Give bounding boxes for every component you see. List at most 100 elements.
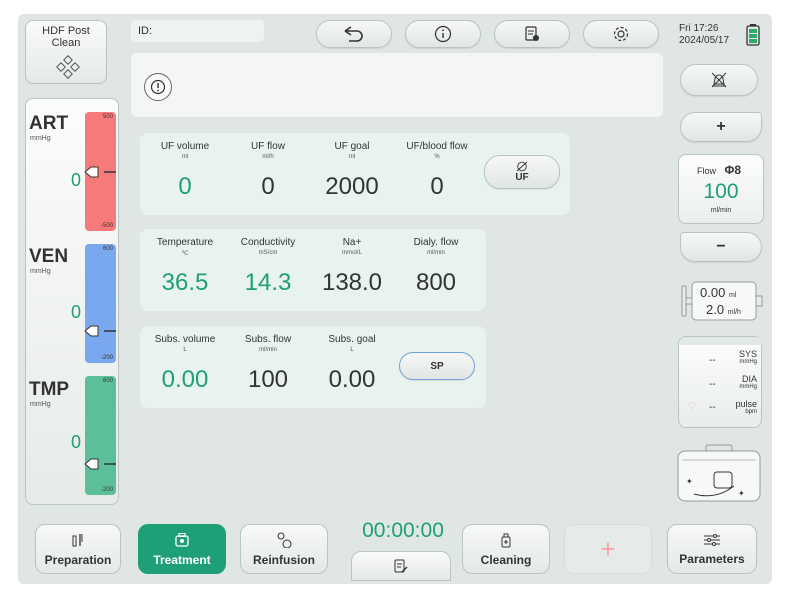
na-unit: mmol/L [342,250,362,256]
report-icon [525,26,539,41]
nav-reinfusion-button[interactable]: Reinfusion [240,524,328,574]
dialy-flow-label: Dialy. flow [413,237,459,248]
time-text: Fri 17:26 [679,23,719,34]
subs-flow-label: Subs. flow [244,334,292,345]
cleaning-kit-button[interactable]: ✦ ✦ [676,444,762,504]
flow-value: 100 [703,180,739,203]
cleaning-kit-icon: ✦✦ [677,444,761,502]
temperature-unit: ℃ [181,251,189,257]
uf-flow-unit: ml/h [262,154,274,160]
undo-icon [344,26,363,42]
uf-pause-icon [516,161,528,172]
flow-label: Flow [697,166,717,176]
nav-preparation-label: Preparation [44,552,112,567]
pulse-unit: bpm [745,409,757,415]
uf-button[interactable]: UF [484,155,560,189]
sys-value: -- [709,355,716,366]
ven-value: 0 [71,302,82,322]
notes-tab-button[interactable] [351,551,451,581]
reinfusion-icon [277,532,292,548]
gear-icon [613,26,629,42]
alarm-info-button[interactable] [144,73,172,101]
art-min-tick: -500 [100,223,113,229]
datetime: Fri 17:26 2024/05/17 [679,23,729,47]
report-button[interactable] [494,20,570,48]
id-label: ID: [138,25,153,37]
nav-parameters-label: Parameters [679,551,745,566]
subs-volume-unit: L [183,347,187,353]
undo-button[interactable] [316,20,392,48]
subs-volume-value: 0.00 [161,366,209,393]
uf-ratio-label: UF/blood flow [406,141,468,152]
info-button[interactable] [405,20,481,48]
tmp-pressure-bar: 600 -200 [85,376,116,495]
art-unit: mmHg [30,135,51,142]
sys-unit: mmHg [739,359,757,365]
blood-pressure-panel[interactable]: -- SYS mmHg -- DIA mmHg ♡ -- pulse bpm [678,336,763,428]
minus-icon: − [716,238,726,255]
art-pointer-icon [84,166,116,178]
nav-treatment-label: Treatment [153,552,211,567]
patient-id-field[interactable]: ID: [131,20,264,42]
syringe-volume-unit: ml [728,292,737,299]
settings-button[interactable] [583,20,659,48]
add-button-disabled: + [564,524,652,574]
ven-min-tick: -200 [100,355,113,361]
syringe-volume: 0.00 [700,285,726,300]
flow-decrease-button[interactable]: − [680,232,762,262]
subs-flow-value: 100 [247,366,289,393]
uf-goal-label: UF goal [334,141,370,152]
dialy-flow-unit: ml/min [427,250,445,256]
message-bar [131,53,663,117]
art-max-tick: 500 [102,114,113,120]
heart-icon: ♡ [688,401,697,411]
tmp-max-tick: 600 [102,378,113,384]
tmp-value: 0 [71,432,82,452]
ven-max-tick: 600 [102,246,113,252]
nav-preparation-button[interactable]: Preparation [35,524,121,574]
add-plus-icon: + [600,533,616,564]
treatment-timer: 00:00:00 [362,519,444,542]
flow-unit: ml/min [710,207,732,214]
na-label: Na+ [342,237,362,248]
nav-parameters-button[interactable]: Parameters [667,524,757,574]
svg-text:✦: ✦ [686,477,693,486]
subs-goal-value: 0.00 [328,366,376,393]
uf-volume-value: 0 [178,173,192,200]
mode-line2: Clean [51,37,81,49]
blood-flow-display[interactable]: Flow Φ8 100 ml/min [678,154,764,224]
mode-line1: HDF Post [42,25,90,37]
nav-cleaning-button[interactable]: Cleaning [462,524,550,574]
info-icon [434,25,452,43]
sp-button[interactable]: SP [399,352,475,380]
app-window: HDF Post Clean ID: Fri 17:26 2024/05/17 … [18,14,772,584]
syringe-rate: 2.0 [706,302,725,317]
sp-button-label: SP [430,360,444,372]
mode-button[interactable]: HDF Post Clean [25,20,107,84]
battery-icon [746,24,760,46]
date-text: 2024/05/17 [679,35,730,46]
temperature-label: Temperature [156,237,214,248]
uf-button-label: UF [515,172,529,183]
tmp-pointer-icon [84,458,116,470]
uf-flow-value: 0 [261,173,275,200]
uf-flow-label: UF flow [251,141,285,152]
nav-treatment-button[interactable]: Treatment [138,524,226,574]
alarm-mute-button[interactable] [680,64,758,96]
nav-cleaning-label: Cleaning [480,552,532,567]
uf-goal-unit: ml [348,154,356,160]
dia-value: -- [709,379,716,390]
treatment-icon [175,532,189,547]
uf-volume-label: UF volume [160,141,210,152]
parameters-sliders-icon [704,533,720,546]
art-label: ART [29,113,69,134]
tmp-unit: mmHg [30,401,51,408]
conductivity-value: 14.3 [244,269,292,296]
flow-increase-button[interactable]: + [680,112,762,142]
nav-reinfusion-label: Reinfusion [253,552,315,567]
uf-panel: UF volume ml 0 UF flow ml/h 0 UF goal ml… [140,133,570,215]
syringe-rate-unit: ml/h [727,309,741,316]
subs-flow-unit: ml/min [259,347,277,353]
ven-pointer-icon [84,325,116,337]
syringe-pump-display[interactable]: 0.00 ml 2.0 ml/h [678,278,764,324]
